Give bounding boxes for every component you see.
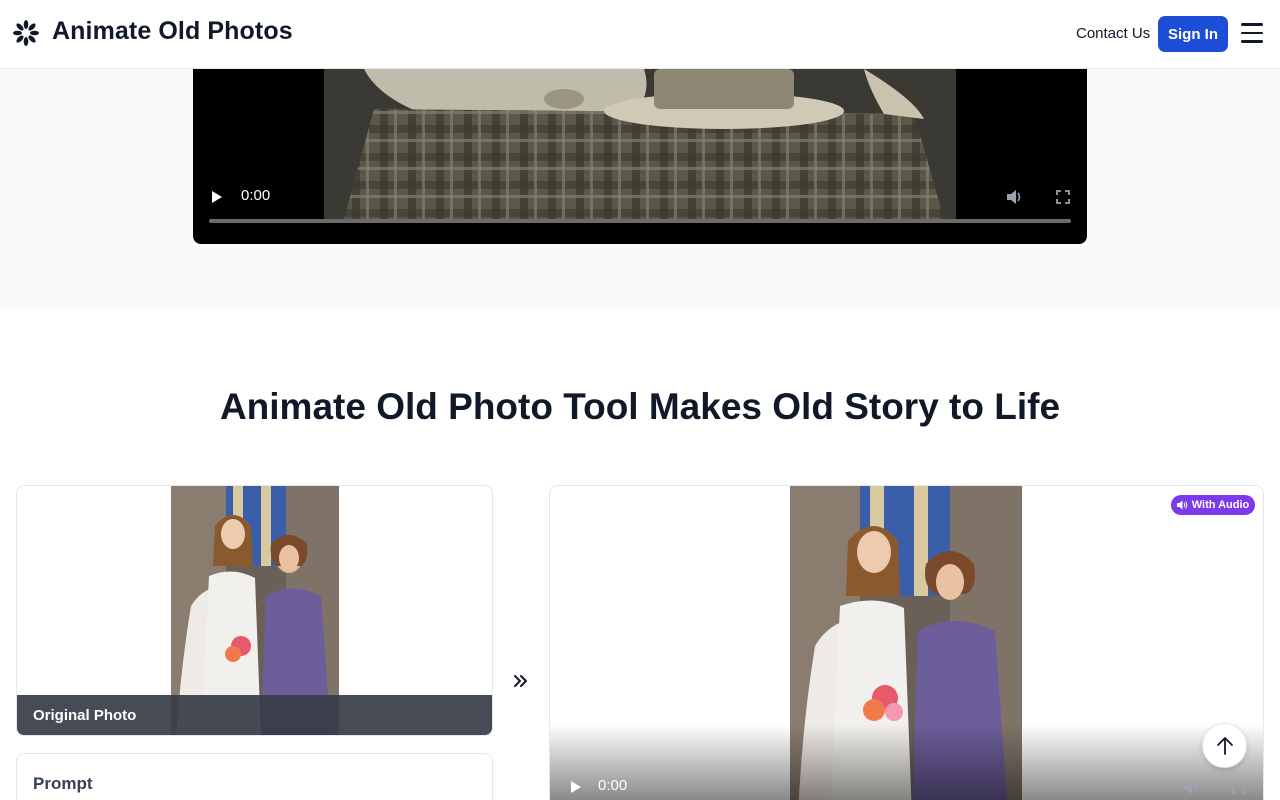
with-audio-badge: With Audio [1171,495,1255,515]
arrow-up-icon [1216,736,1233,755]
section-headline: Animate Old Photo Tool Makes Old Story t… [219,386,1061,427]
logo-icon[interactable] [12,19,40,47]
brand-name[interactable]: Animate Old Photos [52,17,293,46]
fullscreen-icon[interactable] [1056,190,1070,204]
play-icon[interactable] [570,780,582,794]
demo-video-player[interactable]: 0:00 [193,69,1087,244]
contact-us-link[interactable]: Contact Us [1076,25,1150,42]
sign-in-button[interactable]: Sign In [1158,16,1228,52]
hamburger-menu-icon[interactable] [1240,23,1264,45]
play-icon[interactable] [211,190,223,204]
result-video-player[interactable]: 0:00 [549,485,1264,800]
video-progress-bar[interactable] [209,219,1071,223]
prompt-title: Prompt [33,774,93,793]
video-time: 0:00 [598,777,628,794]
video-time: 0:00 [241,187,271,204]
volume-icon[interactable] [1182,779,1200,795]
back-to-top-button[interactable] [1202,723,1247,768]
speaker-icon [1176,500,1187,510]
volume-icon[interactable] [1006,189,1024,205]
video-controls-shade [550,724,1263,800]
with-audio-label: With Audio [1191,499,1250,511]
video-controls: 0:00 [193,172,1087,223]
prompt-card: Prompt [16,753,493,800]
double-chevron-right-icon [514,675,527,687]
site-header: Animate Old Photos Contact Us Sign In [0,0,1280,69]
fullscreen-icon[interactable] [1232,780,1246,794]
original-photo-card: Original Photo [16,485,493,736]
original-photo-label: Original Photo [17,695,492,735]
demo-section: 0:00 [0,69,1280,309]
